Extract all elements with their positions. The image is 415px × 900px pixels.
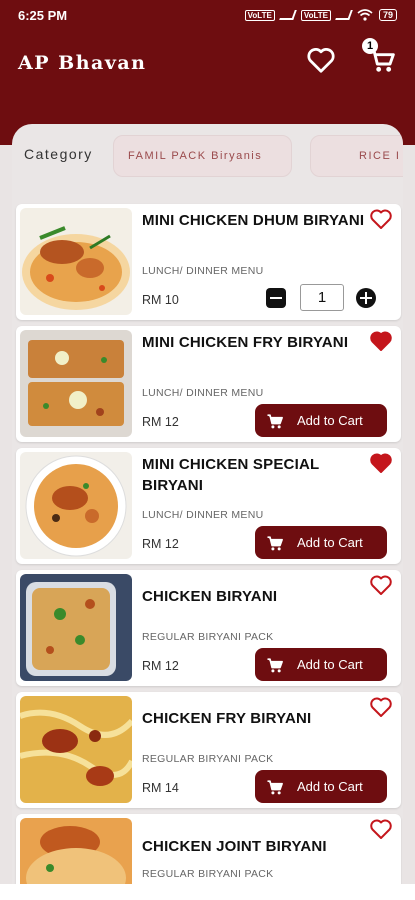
quantity-decrease-button[interactable] [266,288,286,308]
item-menu-category: LUNCH/ DINNER MENU [142,387,264,399]
item-name: MINI CHICKEN FRY BIRYANI [142,334,349,351]
cart-count-badge: 1 [362,38,378,54]
status-bar: 6:25 PM VoLTE VoLTE 79 [0,0,415,30]
item-menu-category: LUNCH/ DINNER MENU [142,265,264,277]
app-title: AP Bhavan [18,52,147,74]
item-price: RM 12 [142,415,179,429]
add-to-cart-label: Add to Cart [297,779,363,794]
category-chip-rice[interactable]: RICE I [310,135,403,177]
item-name: MINI CHICKEN DHUM BIRYANI [142,212,365,229]
add-to-cart-button[interactable]: Add to Cart [255,526,387,559]
signal-icon-2 [335,10,353,20]
favorite-heart-outline-icon[interactable] [369,574,393,596]
add-to-cart-button[interactable]: Add to Cart [255,404,387,437]
item-menu-category: REGULAR BIRYANI PACK [142,868,274,880]
item-price: RM 10 [142,293,179,307]
food-image [20,330,132,437]
volte-icon: VoLTE [244,9,275,21]
cart-icon [267,657,283,672]
food-image [20,208,132,315]
list-item[interactable]: MINI CHICKEN FRY BIRYANI LUNCH/ DINNER M… [16,326,401,442]
list-item[interactable]: MINI CHICKEN SPECIAL BIRYANI LUNCH/ DINN… [16,448,401,564]
add-to-cart-button[interactable]: Add to Cart [255,648,387,681]
item-name: CHICKEN BIRYANI [142,588,278,605]
cart-icon [267,779,283,794]
status-icons: VoLTE VoLTE 79 [244,9,397,21]
add-to-cart-label: Add to Cart [297,657,363,672]
item-menu-category: REGULAR BIRYANI PACK [142,631,274,643]
food-image [20,818,132,884]
quantity-value[interactable]: 1 [300,284,344,311]
add-to-cart-button[interactable]: Add to Cart [255,770,387,803]
favorite-heart-outline-icon[interactable] [369,696,393,718]
list-item[interactable]: CHICKEN BIRYANI REGULAR BIRYANI PACK RM … [16,570,401,686]
volte-icon-2: VoLTE [300,9,331,21]
quantity-increase-button[interactable] [356,288,376,308]
list-item[interactable]: CHICKEN JOINT BIRYANI REGULAR BIRYANI PA… [16,814,401,884]
item-price: RM 12 [142,659,179,673]
item-price: RM 14 [142,781,179,795]
favorite-heart-outline-icon[interactable] [369,818,393,840]
favorite-heart-filled-icon[interactable] [369,452,393,474]
wifi-icon [357,9,373,21]
item-menu-category: LUNCH/ DINNER MENU [142,509,264,521]
item-name: CHICKEN JOINT BIRYANI [142,838,327,855]
favorites-heart-icon[interactable] [306,46,336,74]
status-time: 6:25 PM [18,7,68,23]
category-row: Category FAMIL PACK Biryanis RICE I [12,124,403,194]
cart-icon [267,535,283,550]
battery-icon: 79 [378,9,397,21]
menu-content: Category FAMIL PACK Biryanis RICE I MINI… [12,124,403,884]
favorite-heart-filled-icon[interactable] [369,330,393,352]
food-image [20,696,132,803]
food-image [20,452,132,559]
list-item[interactable]: CHICKEN FRY BIRYANI REGULAR BIRYANI PACK… [16,692,401,808]
category-label: Category [24,146,93,162]
bottom-edge [0,884,415,900]
add-to-cart-label: Add to Cart [297,413,363,428]
add-to-cart-label: Add to Cart [297,535,363,550]
food-image [20,574,132,681]
signal-icon [279,10,297,20]
item-name: MINI CHICKEN SPECIAL BIRYANI [142,456,320,494]
list-item[interactable]: MINI CHICKEN DHUM BIRYANI LUNCH/ DINNER … [16,204,401,320]
item-name: CHICKEN FRY BIRYANI [142,710,312,727]
cart-icon [267,413,283,428]
item-menu-category: REGULAR BIRYANI PACK [142,753,274,765]
favorite-heart-outline-icon[interactable] [369,208,393,230]
item-price: RM 12 [142,537,179,551]
category-chip-family-pack[interactable]: FAMIL PACK Biryanis [113,135,292,177]
